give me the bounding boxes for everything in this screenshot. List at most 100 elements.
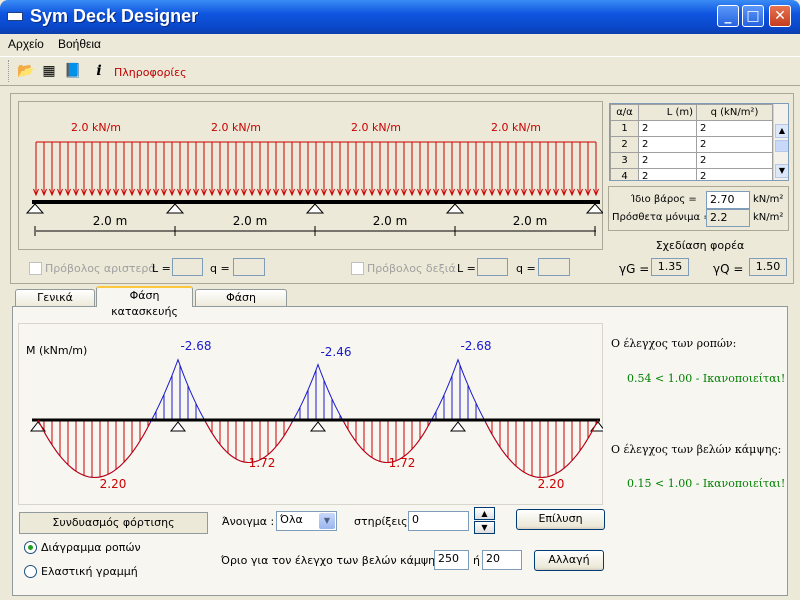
cantilever-left-checkbox[interactable] — [29, 262, 42, 275]
span-table-header: q (kN/m²) — [696, 104, 773, 121]
support-moment-label: -2.68 — [180, 339, 211, 353]
menu-file[interactable]: Αρχείο — [8, 37, 44, 51]
deflection-check-title: Ο έλεγχος των βελών κάμψης: — [611, 443, 782, 456]
radio-moment-diagram-label[interactable]: Διάγραμμα ροπών — [41, 541, 141, 554]
chevron-down-icon[interactable]: ▼ — [319, 513, 335, 529]
supports-label: στηρίξεις : — [354, 515, 415, 528]
close-button[interactable]: ✕ — [769, 5, 791, 27]
span-table[interactable]: α/α L (m) q (kN/m²) 122 222 322 422 ▲ ▼ — [609, 103, 789, 181]
calculator-icon[interactable]: ▦ — [40, 63, 58, 79]
table-row: 422 — [610, 168, 773, 180]
info-icon[interactable]: i — [90, 63, 108, 79]
span-label-2: 2.0 m — [233, 214, 268, 228]
moment-check-title: Ο έλεγχος των ροπών: — [611, 337, 737, 350]
support-moment-label: -2.68 — [460, 339, 491, 353]
change-button[interactable]: Αλλαγή — [534, 550, 604, 571]
design-button[interactable]: Σχεδίαση φορέα — [612, 236, 788, 254]
moment-axis-label: M (kNm/m) — [26, 344, 87, 357]
table-row: 322 — [610, 152, 773, 169]
table-scrollbar[interactable]: ▲ ▼ — [773, 104, 788, 180]
opening-select[interactable]: Όλα ▼ — [276, 511, 337, 531]
gamma-g-label: γG = — [619, 262, 650, 276]
menu-bar — [0, 34, 800, 54]
gamma-g-field[interactable]: 1.35 — [651, 258, 689, 276]
span-table-header: α/α — [610, 104, 639, 121]
radio-elastic-line-label[interactable]: Ελαστική γραμμή — [41, 565, 138, 578]
span-label-1: 2.0 m — [93, 214, 128, 228]
radio-moment-diagram[interactable] — [24, 541, 37, 554]
self-weight-unit: kN/m² — [753, 194, 784, 205]
extra-load-unit: kN/m² — [753, 212, 784, 223]
menu-help[interactable]: Βοήθεια — [58, 37, 101, 51]
cantilever-right-q-label: q = — [516, 262, 536, 275]
support-icon — [449, 421, 467, 432]
spin-down-icon[interactable]: ▼ — [474, 521, 495, 534]
deflection-limit-label: Όριο για τον έλεγχο των βελών κάμψης: ..… — [221, 554, 460, 567]
book-icon[interactable]: 📘 — [64, 63, 82, 79]
cantilever-right-L-field[interactable] — [477, 258, 508, 276]
open-folder-icon[interactable]: 📂 — [17, 63, 35, 79]
cantilever-left-label: Πρόβολος αριστερά — [45, 262, 156, 275]
opening-label: Άνοιγμα : — [222, 515, 275, 528]
load-label-1: 2.0 kN/m — [71, 121, 121, 134]
span-table-header: L (m) — [638, 104, 697, 121]
beam-diagram: 2.0 kN/m 2.0 kN/m 2.0 kN/m 2.0 kN/m 2.0 … — [25, 121, 603, 236]
span-label-3: 2.0 m — [373, 214, 408, 228]
opening-select-value: Όλα — [280, 513, 303, 526]
toolbar-grip — [8, 60, 11, 82]
span-moment-label: 2.20 — [100, 477, 127, 491]
extra-load-label: Πρόσθετα μόνιμα = — [612, 212, 712, 223]
spin-up-icon[interactable]: ▲ — [474, 507, 495, 520]
cantilever-right-checkbox[interactable] — [351, 262, 364, 275]
deflection-limit-or: ή — [473, 554, 480, 567]
moment-diagram: M (kNm/m) -2.68 -2.46 -2.68 2.20 1.72 1.… — [26, 339, 603, 491]
moment-check-result: 0.54 < 1.00 - Ικανοποιείται! — [627, 372, 786, 385]
cantilever-right-q-field[interactable] — [538, 258, 570, 276]
deflection-check-result: 0.15 < 1.00 - Ικανοποιείται! — [627, 477, 786, 490]
self-weight-field[interactable]: 2.70 — [706, 191, 750, 209]
tab-construction-phase[interactable]: Φάση κατασκευής — [96, 286, 193, 318]
self-weight-label: Ίδιο βάρος = — [631, 194, 697, 205]
extra-load-field[interactable]: 2.2 — [706, 209, 750, 227]
table-row: 122 — [610, 120, 773, 137]
load-combination-button[interactable]: Συνδυασμός φόρτισης — [19, 512, 208, 534]
support-moment-label: -2.46 — [320, 345, 351, 359]
cantilever-left-L-label: L = — [152, 262, 171, 275]
moment-supports — [29, 421, 603, 432]
tab-general[interactable]: Γενικά στοιχεία — [15, 289, 95, 320]
deflection-limit-field-1[interactable]: 250 — [434, 550, 469, 570]
load-arrows — [33, 141, 599, 197]
load-label-2: 2.0 kN/m — [211, 121, 261, 134]
solve-button[interactable]: Επίλυση — [516, 509, 605, 530]
support-icon — [169, 421, 187, 432]
tab-service-phase[interactable]: Φάση λειτουργίας — [195, 289, 287, 320]
gamma-q-label: γQ = — [713, 262, 744, 276]
support-icon — [445, 203, 465, 214]
weights-panel — [608, 186, 789, 231]
supports-field[interactable]: 0 — [408, 511, 469, 531]
info-label[interactable]: Πληροφορίες — [114, 66, 187, 79]
support-icon — [165, 203, 185, 214]
radio-elastic-line[interactable] — [24, 565, 37, 578]
cantilever-right-L-label: L = — [457, 262, 476, 275]
cantilever-left-q-label: q = — [210, 262, 230, 275]
cantilever-left-q-field[interactable] — [233, 258, 265, 276]
span-moment-label: 2.20 — [538, 477, 565, 491]
scroll-down-icon[interactable]: ▼ — [775, 164, 788, 178]
support-icon — [585, 203, 603, 214]
table-row: 222 — [610, 136, 773, 153]
scroll-thumb[interactable] — [775, 140, 788, 152]
load-label-4: 2.0 kN/m — [491, 121, 541, 134]
app-icon — [7, 12, 23, 21]
scroll-up-icon[interactable]: ▲ — [775, 124, 788, 138]
support-icon — [25, 203, 45, 214]
span-label-4: 2.0 m — [513, 214, 548, 228]
gamma-q-field[interactable]: 1.50 — [749, 258, 787, 276]
minimize-button[interactable]: _ — [717, 5, 739, 27]
deflection-limit-field-2[interactable]: 20 — [482, 550, 522, 570]
cantilever-left-L-field[interactable] — [172, 258, 203, 276]
maximize-button[interactable]: □ — [742, 5, 764, 27]
load-label-3: 2.0 kN/m — [351, 121, 401, 134]
support-icon — [305, 203, 325, 214]
supports — [25, 203, 603, 214]
